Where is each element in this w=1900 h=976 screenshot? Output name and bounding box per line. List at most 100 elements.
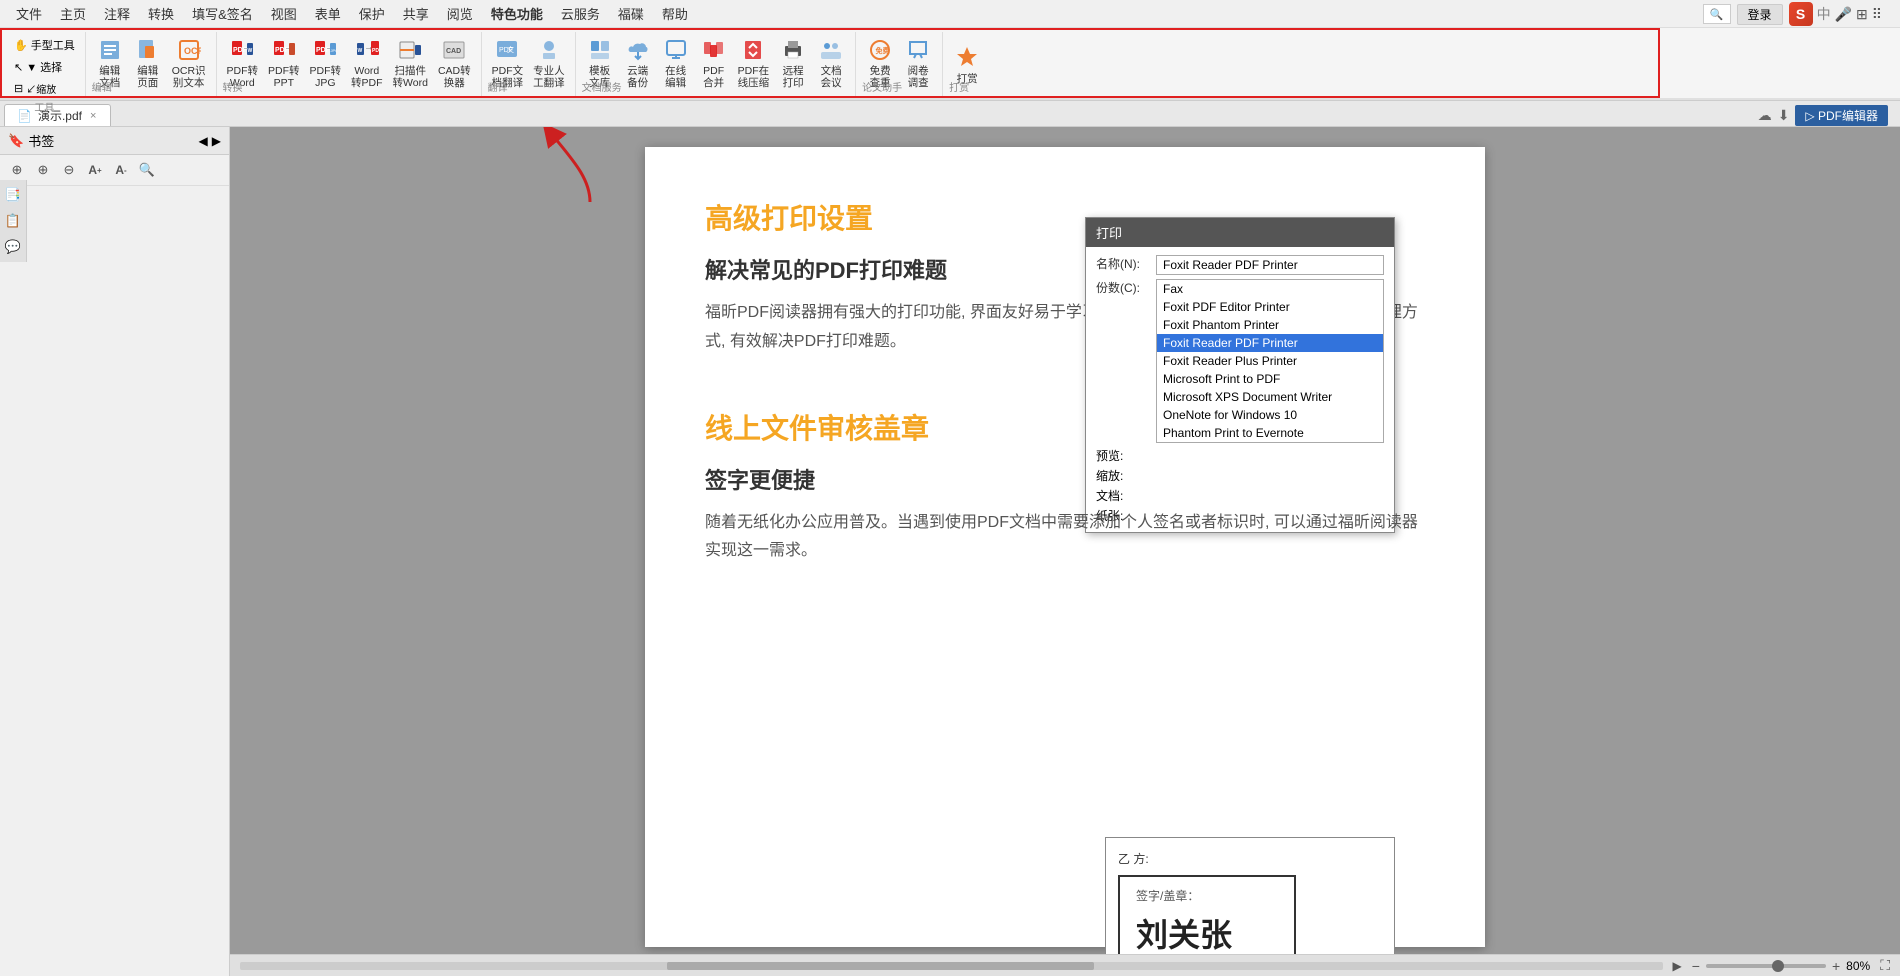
doc-page: 高级打印设置 解决常见的PDF打印难题 福昕PDF阅读器拥有强大的打印功能, 界… [645, 147, 1485, 947]
left-tools-section: ✋ 手型工具 ↖ ▼ 选择 ⊟ ↙缩放 工具 [4, 32, 86, 98]
word-to-pdf-icon: W→PDF [353, 38, 381, 63]
remote-print-button[interactable]: 远程打印 [775, 36, 811, 92]
pdf-to-ppt-icon: PDF→ [270, 38, 298, 63]
menu-item-form[interactable]: 表单 [307, 2, 349, 25]
screen-icon: ⊞ [1856, 6, 1868, 23]
pdf-editor-badge[interactable]: ▷ PDF编辑器 [1795, 105, 1888, 126]
seal-party-label: 乙 方: [1118, 850, 1382, 867]
expand-icon[interactable]: ⛶ [1880, 957, 1890, 974]
menu-item-share[interactable]: 共享 [395, 2, 437, 25]
bookmark-tab-icon[interactable]: 📑 [2, 186, 24, 206]
cloud-backup-icon [624, 38, 652, 63]
left-sidebar: 🔖 书签 ◀ ▶ ⊕ ⊕ ⊖ A+ A- 🔍 📑 📋 💬 [0, 127, 230, 976]
zoom-slider-thumb [1772, 960, 1784, 972]
lunwen-section: 免费 免费查重 阅卷调查 论文助手 [856, 32, 943, 98]
grid-icon: ⠿ [1872, 6, 1882, 23]
annotation-tab-icon[interactable]: 💬 [2, 236, 24, 258]
convert-section: PDF→W PDF转Word PDF→ PDF转PPT PDF→JPG PDF转… [217, 32, 482, 98]
menu-item-file[interactable]: 文件 [8, 2, 50, 25]
doc-meeting-button[interactable]: 文档会议 [813, 36, 849, 92]
consult-button[interactable]: 阅卷调查 [900, 36, 936, 92]
menu-item-fudian[interactable]: 福碟 [610, 2, 652, 25]
menu-item-browse[interactable]: 阅览 [439, 2, 481, 25]
zoom-slider[interactable] [1706, 964, 1826, 968]
menu-item-protect[interactable]: 保护 [351, 2, 393, 25]
menu-item-view[interactable]: 视图 [263, 2, 305, 25]
logo-divider: 中 [1817, 4, 1831, 24]
menu-item-special[interactable]: 特色功能 [483, 2, 551, 25]
seal-section-title: 线上文件审核盖章 [705, 407, 1425, 447]
sidebar-prev-button[interactable]: ◀ [199, 134, 208, 148]
page-tab-icon[interactable]: 📋 [2, 210, 24, 232]
word-to-pdf-button[interactable]: W→PDF Word转PDF [347, 36, 387, 92]
shrink-button[interactable]: ⊟ ↙缩放 [8, 78, 81, 99]
pdf-to-jpg-button[interactable]: PDF→JPG PDF转JPG [306, 36, 346, 92]
cloud-sync-icon: ☁ [1758, 107, 1772, 124]
online-edit-label: 在线编辑 [665, 65, 686, 90]
edit-page-icon [134, 38, 162, 63]
login-button[interactable]: 登录 [1737, 4, 1783, 25]
print-list-item-foxit-reader[interactable]: Foxit Reader PDF Printer [1157, 334, 1383, 352]
online-edit-icon [662, 38, 690, 63]
edit-section-label: 编辑 [92, 79, 112, 94]
sidebar-remove-button[interactable]: ⊖ [58, 159, 80, 181]
online-edit-button[interactable]: 在线编辑 [658, 36, 694, 92]
toolbar-row: ✋ 手型工具 ↖ ▼ 选择 ⊟ ↙缩放 工具 编辑文档 [0, 28, 1900, 100]
cad-converter-button[interactable]: CAD CAD转换器 [434, 36, 475, 92]
doc-area[interactable]: 高级打印设置 解决常见的PDF打印难题 福昕PDF阅读器拥有强大的打印功能, 界… [230, 127, 1900, 976]
sidebar-header-left: 🔖 书签 [8, 131, 54, 150]
menu-item-annotation[interactable]: 注释 [96, 2, 138, 25]
print-list-item-foxit-editor[interactable]: Foxit PDF Editor Printer [1157, 298, 1383, 316]
zoom-plus-button[interactable]: + [1832, 958, 1840, 974]
select-tool-button[interactable]: ↖ ▼ 选择 [8, 56, 81, 78]
sidebar-next-button[interactable]: ▶ [212, 134, 221, 148]
pdf-merge-button[interactable]: PDF合并 [696, 36, 732, 92]
sidebar-add-child-button[interactable]: ⊕ [32, 159, 54, 181]
bookmark-icon: 🔖 [8, 133, 24, 149]
pdf-to-ppt-button[interactable]: PDF→ PDF转PPT [264, 36, 304, 92]
scan-to-word-button[interactable]: 扫描件转Word [389, 36, 432, 92]
hand-tool-button[interactable]: ✋ 手型工具 [8, 34, 81, 56]
menu-item-help[interactable]: 帮助 [654, 2, 696, 25]
tab-close-button[interactable]: × [88, 110, 98, 122]
print-list-item-foxit-plus[interactable]: Foxit Reader Plus Printer [1157, 352, 1383, 370]
scroll-right-icon[interactable]: ▶ [1673, 959, 1682, 973]
download-icon: ⬇ [1778, 107, 1790, 124]
horizontal-scrollbar[interactable] [240, 962, 1663, 970]
ocr-button[interactable]: OCR OCR识别文本 [168, 36, 210, 92]
tab-strip-right: ☁ ⬇ ▷ PDF编辑器 [1758, 105, 1896, 126]
expert-translate-label: 专业人工翻译 [533, 65, 565, 90]
sidebar-add-button[interactable]: ⊕ [6, 159, 28, 181]
ribbon-container: 文件 主页 注释 转换 填写&签名 视图 表单 保护 共享 阅览 特色功能 云服… [0, 0, 1900, 101]
sidebar-content[interactable]: 📑 📋 💬 [0, 186, 229, 976]
print-list-item-foxit-phantom[interactable]: Foxit Phantom Printer [1157, 316, 1383, 334]
svg-text:PDF: PDF [372, 48, 379, 54]
sidebar-font-down-button[interactable]: A- [110, 159, 132, 181]
cloud-backup-button[interactable]: 云端备份 [620, 36, 656, 92]
tab-strip: 📄 演示.pdf × ☁ ⬇ ▷ PDF编辑器 [0, 101, 1900, 127]
menu-item-cloud[interactable]: 云服务 [553, 2, 608, 25]
top-right-area: 🔍 登录 S 中 🎤 ⊞ ⠿ [1703, 0, 1900, 28]
menu-bar: 文件 主页 注释 转换 填写&签名 视图 表单 保护 共享 阅览 特色功能 云服… [0, 0, 1900, 28]
translate-section: PDF文 PDF文档翻译 专业人工翻译 翻译 [482, 32, 576, 98]
edit-page-button[interactable]: 编辑页面 [130, 36, 166, 92]
arrow-indicator [520, 127, 620, 207]
menu-item-home[interactable]: 主页 [52, 2, 94, 25]
menu-item-convert[interactable]: 转换 [140, 2, 182, 25]
print-name-value[interactable]: Foxit Reader PDF Printer [1156, 255, 1384, 275]
expert-translate-button[interactable]: 专业人工翻译 [529, 36, 569, 92]
search-box[interactable]: 🔍 [1703, 4, 1731, 24]
pdf-compress-button[interactable]: PDF在线压缩 [734, 36, 774, 92]
zoom-minus-button[interactable]: − [1692, 958, 1700, 974]
print-list-item-ms-pdf[interactable]: Microsoft Print to PDF [1157, 370, 1383, 388]
edit-section: 编辑文档 编辑页面 OCR OCR识别文本 编辑 [86, 32, 217, 98]
main-area: 🔖 书签 ◀ ▶ ⊕ ⊕ ⊖ A+ A- 🔍 📑 📋 💬 [0, 127, 1900, 976]
menu-item-sign[interactable]: 填写&签名 [184, 2, 261, 25]
svg-text:W: W [248, 48, 253, 54]
sidebar-search-button[interactable]: 🔍 [136, 159, 158, 181]
print-list-item-ms-xps[interactable]: Microsoft XPS Document Writer [1157, 388, 1383, 406]
sidebar-font-up-button[interactable]: A+ [84, 159, 106, 181]
tools-section-label: 工具 [8, 99, 81, 114]
horizontal-scroll-thumb [667, 962, 1094, 970]
print-list-item-fax[interactable]: Fax [1157, 280, 1383, 298]
